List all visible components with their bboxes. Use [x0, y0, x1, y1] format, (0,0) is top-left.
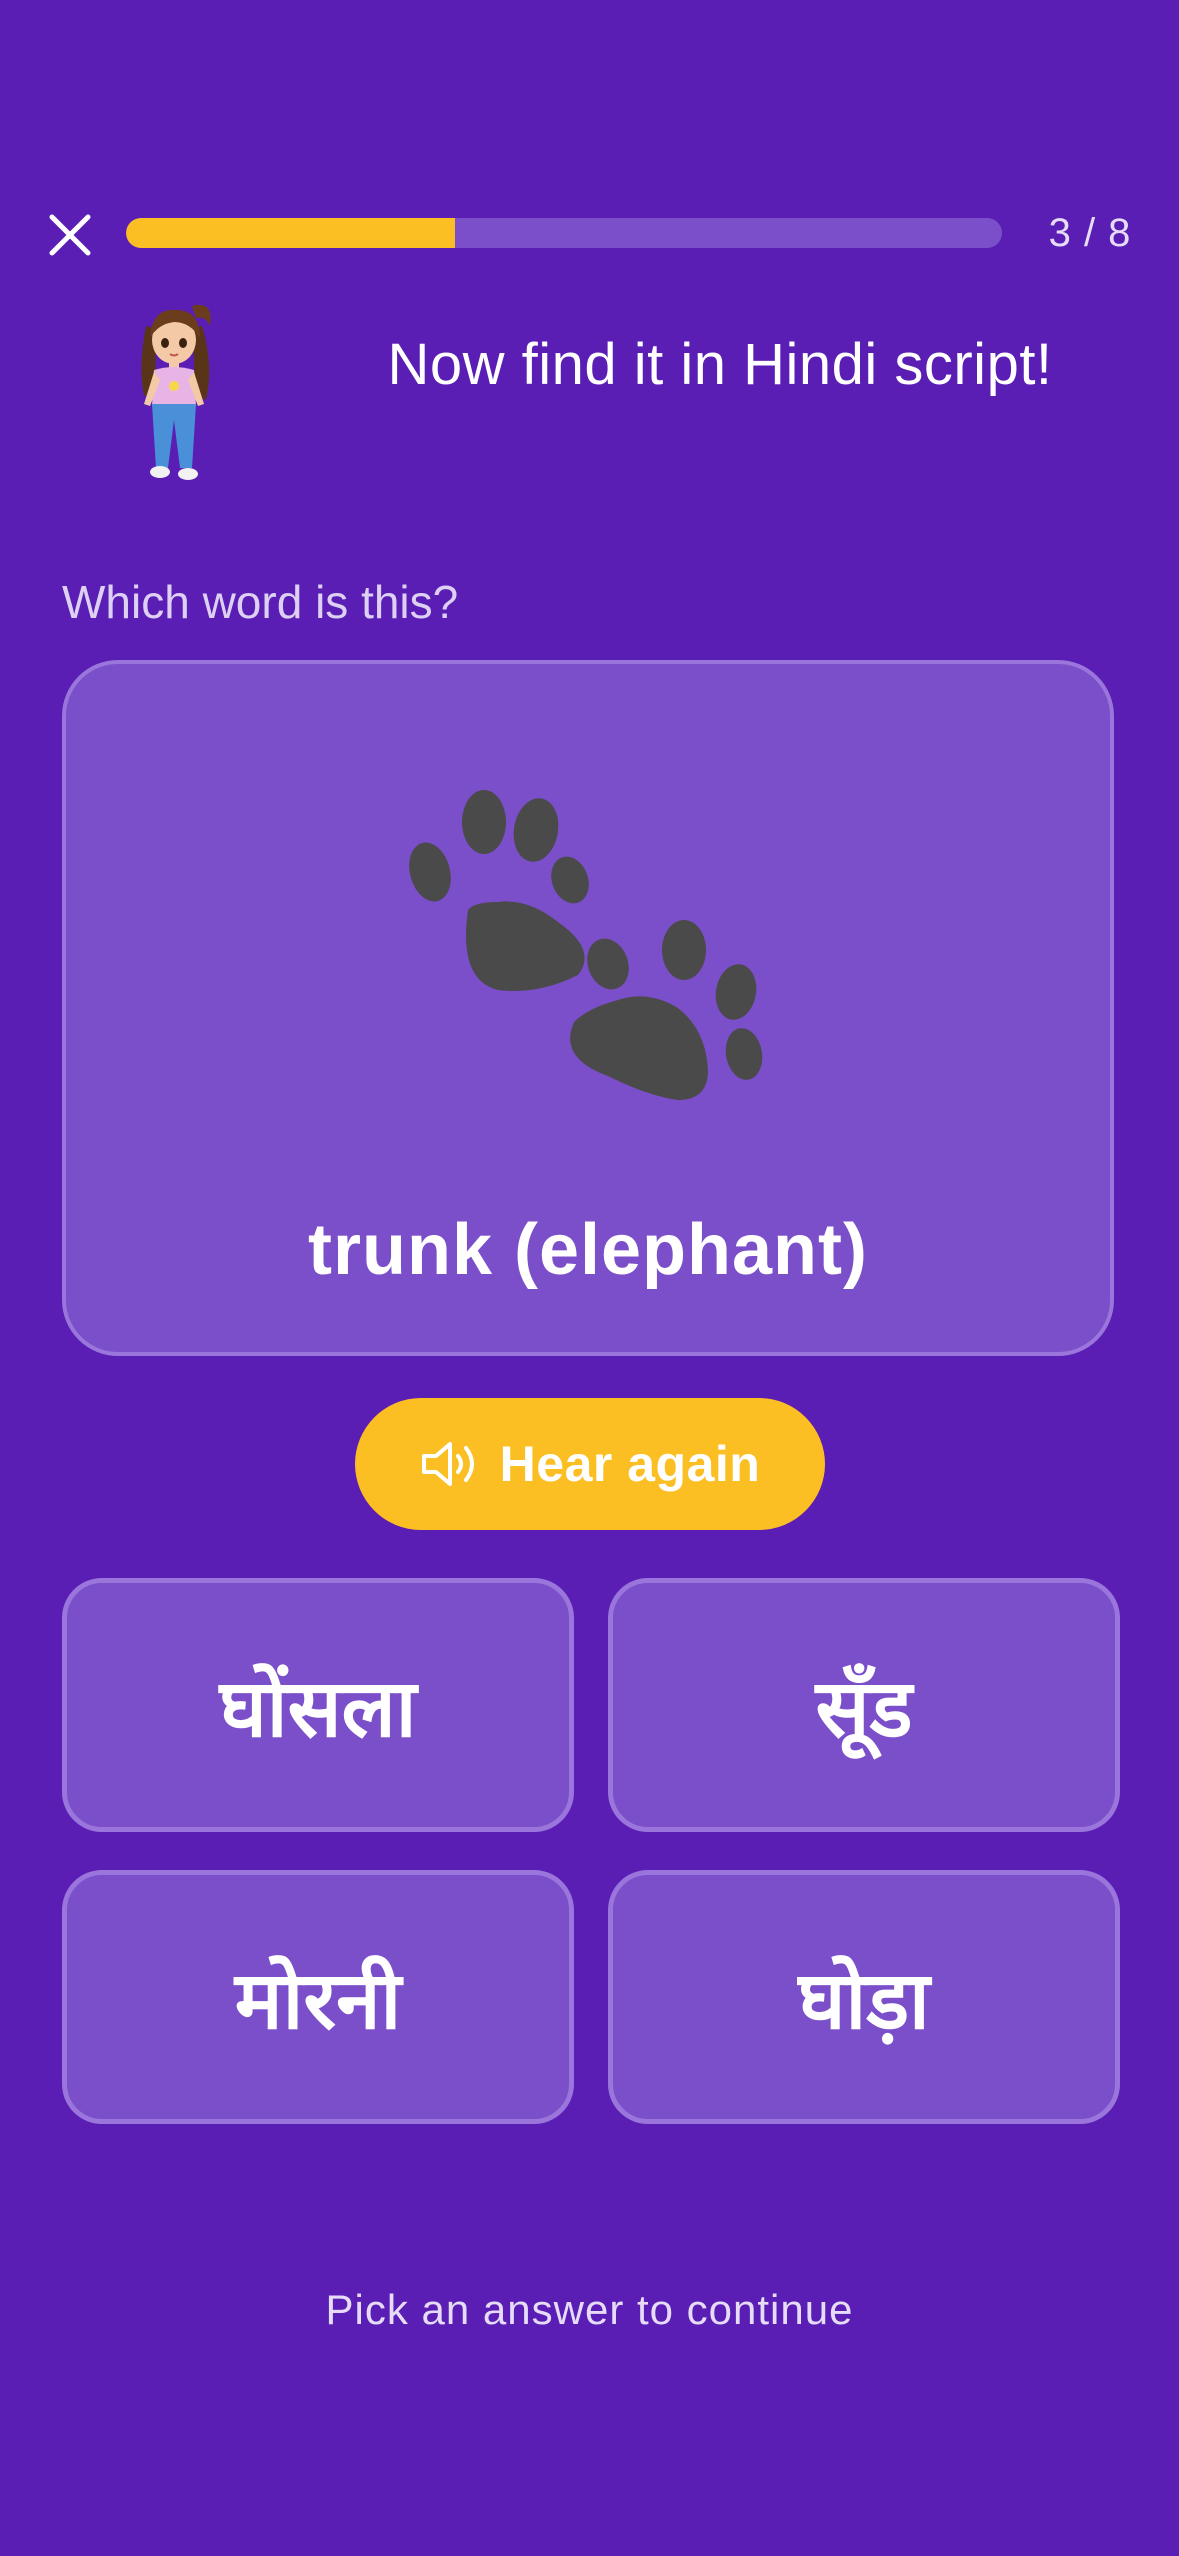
lesson-heading: Now find it in Hindi script!	[387, 332, 1053, 397]
footer-hint: Pick an answer to continue	[325, 2286, 854, 2333]
prompt-word: trunk (elephant)	[307, 1210, 868, 1290]
speaker-icon	[421, 1442, 474, 1486]
girl-mascot-icon	[141, 304, 211, 480]
answer-option-label: सूँड	[815, 1661, 913, 1755]
answer-option[interactable]: मोरनी	[62, 1870, 574, 2124]
progress-counter: 3 / 8	[1048, 211, 1132, 255]
answer-option[interactable]: घोंसला	[62, 1578, 574, 1832]
progress-fill	[126, 218, 455, 248]
hear-again-button[interactable]: Hear again	[355, 1398, 825, 1530]
close-button[interactable]	[40, 205, 100, 265]
answer-option[interactable]: सूँड	[608, 1578, 1120, 1832]
question-label: Which word is this?	[62, 576, 459, 628]
paw-prints-icon	[409, 790, 763, 1100]
answer-option[interactable]: घोड़ा	[608, 1870, 1120, 2124]
hear-again-label: Hear again	[499, 1436, 761, 1492]
close-icon	[49, 214, 91, 256]
answer-option-label: घोंसला	[219, 1661, 417, 1755]
answer-option-label: घोड़ा	[798, 1953, 930, 2047]
answer-option-label: मोरनी	[234, 1953, 402, 2047]
progress-bar	[126, 218, 1002, 248]
